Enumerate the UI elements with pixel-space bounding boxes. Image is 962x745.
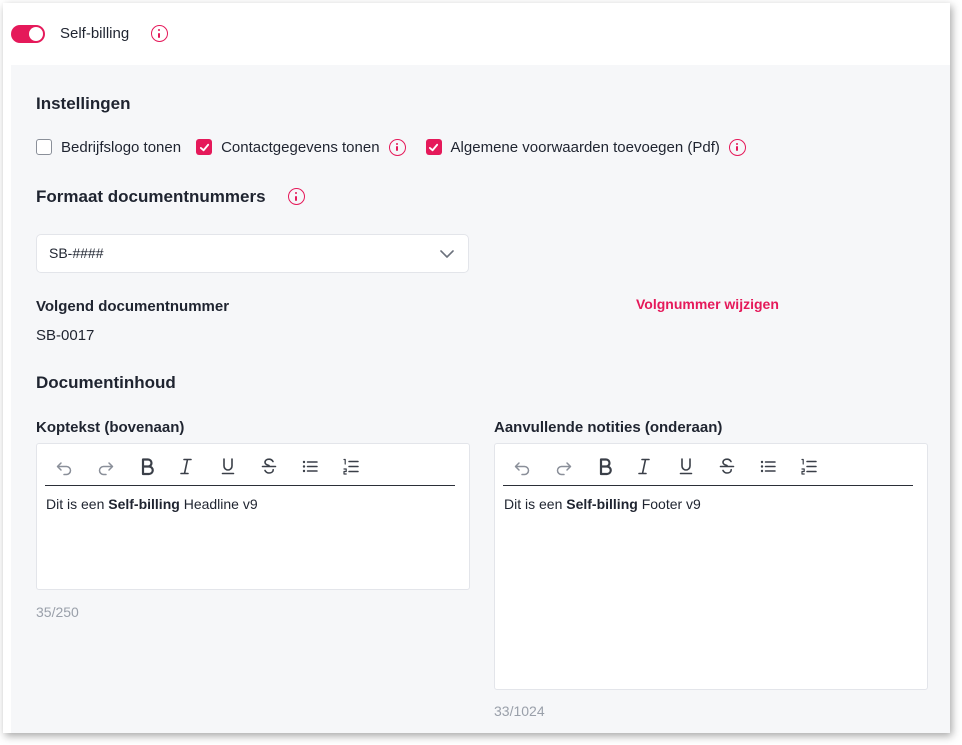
numbered-list-icon — [801, 458, 817, 475]
redo-icon — [98, 462, 114, 476]
strikethrough-button[interactable] — [716, 455, 738, 477]
format-info-icon[interactable] — [288, 188, 305, 205]
footer-editor-content[interactable]: Dit is een Self-billing Footer v9 — [504, 495, 701, 513]
redo-button[interactable] — [553, 455, 575, 477]
numbered-list-button[interactable] — [340, 455, 362, 477]
italic-button[interactable] — [633, 455, 655, 477]
undo-button[interactable] — [511, 455, 533, 477]
settings-checkboxes: Bedrijfslogo tonen Contactgegevens tonen… — [36, 137, 766, 157]
undo-icon — [514, 462, 530, 476]
header-editor-content[interactable]: Dit is een Self-billing Headline v9 — [46, 495, 258, 513]
bold-icon — [599, 458, 612, 476]
self-billing-title: Self-billing — [60, 25, 130, 42]
redo-icon — [556, 462, 572, 476]
footer-editor-toolbar — [503, 444, 913, 486]
bold-icon — [141, 458, 154, 476]
next-number-value: SB-0017 — [36, 327, 95, 344]
company-logo-label: Bedrijfslogo tonen — [61, 138, 182, 156]
strikethrough-button[interactable] — [258, 455, 280, 477]
contact-details-checkbox[interactable] — [196, 139, 213, 155]
self-billing-toggle[interactable] — [11, 25, 45, 43]
bold-button[interactable] — [594, 455, 616, 477]
toggle-knob — [29, 27, 43, 41]
italic-icon — [180, 458, 192, 475]
chevron-down-icon — [440, 250, 454, 258]
footer-editor[interactable]: Dit is een Self-billing Footer v9 — [494, 443, 928, 690]
bullet-list-button[interactable] — [757, 455, 779, 477]
change-sequence-link[interactable]: Volgnummer wijzigen — [636, 295, 779, 313]
underline-button[interactable] — [675, 455, 697, 477]
underline-icon — [221, 458, 235, 475]
terms-label: Algemene voorwaarden toevoegen (Pdf) — [450, 138, 720, 156]
bold-button[interactable] — [136, 455, 158, 477]
terms-info-icon[interactable] — [728, 138, 746, 156]
italic-button[interactable] — [175, 455, 197, 477]
document-number-format-select[interactable]: SB-#### — [36, 234, 469, 273]
header-editor[interactable]: Dit is een Self-billing Headline v9 — [36, 443, 470, 590]
undo-button[interactable] — [53, 455, 75, 477]
next-number-label: Volgend documentnummer — [36, 298, 230, 315]
info-circle-icon[interactable] — [151, 25, 168, 42]
checkmark-icon — [199, 143, 209, 151]
numbered-list-button[interactable] — [798, 455, 820, 477]
underline-button[interactable] — [217, 455, 239, 477]
numbered-list-icon — [343, 458, 359, 475]
underline-icon — [679, 458, 693, 475]
header-char-counter: 35/250 — [36, 604, 79, 620]
selected-format-value: SB-#### — [49, 245, 104, 261]
settings-window: Self-billing Instellingen Bedrijfslogo t… — [3, 3, 950, 733]
strikethrough-icon — [261, 458, 277, 474]
company-logo-checkbox[interactable] — [36, 139, 52, 155]
top-bar: Self-billing — [3, 3, 950, 65]
terms-checkbox[interactable] — [425, 139, 442, 155]
bullet-list-icon — [302, 460, 318, 473]
contact-details-label: Contactgegevens tonen — [221, 138, 380, 156]
settings-panel: Instellingen Bedrijfslogo tonen Contactg… — [11, 65, 950, 733]
settings-heading: Instellingen — [36, 94, 131, 113]
bullet-list-button[interactable] — [299, 455, 321, 477]
italic-icon — [638, 458, 650, 475]
footer-char-counter: 33/1024 — [494, 703, 545, 719]
header-editor-toolbar — [45, 444, 455, 486]
content-heading: Documentinhoud — [36, 373, 176, 392]
undo-icon — [56, 462, 72, 476]
redo-button[interactable] — [95, 455, 117, 477]
format-heading: Formaat documentnummers — [36, 187, 266, 206]
strikethrough-icon — [719, 458, 735, 474]
footer-editor-label: Aanvullende notities (onderaan) — [494, 419, 723, 436]
header-editor-label: Koptekst (bovenaan) — [36, 419, 185, 436]
contact-details-info-icon[interactable] — [388, 138, 406, 156]
checkmark-icon — [428, 143, 439, 151]
bullet-list-icon — [760, 460, 776, 473]
